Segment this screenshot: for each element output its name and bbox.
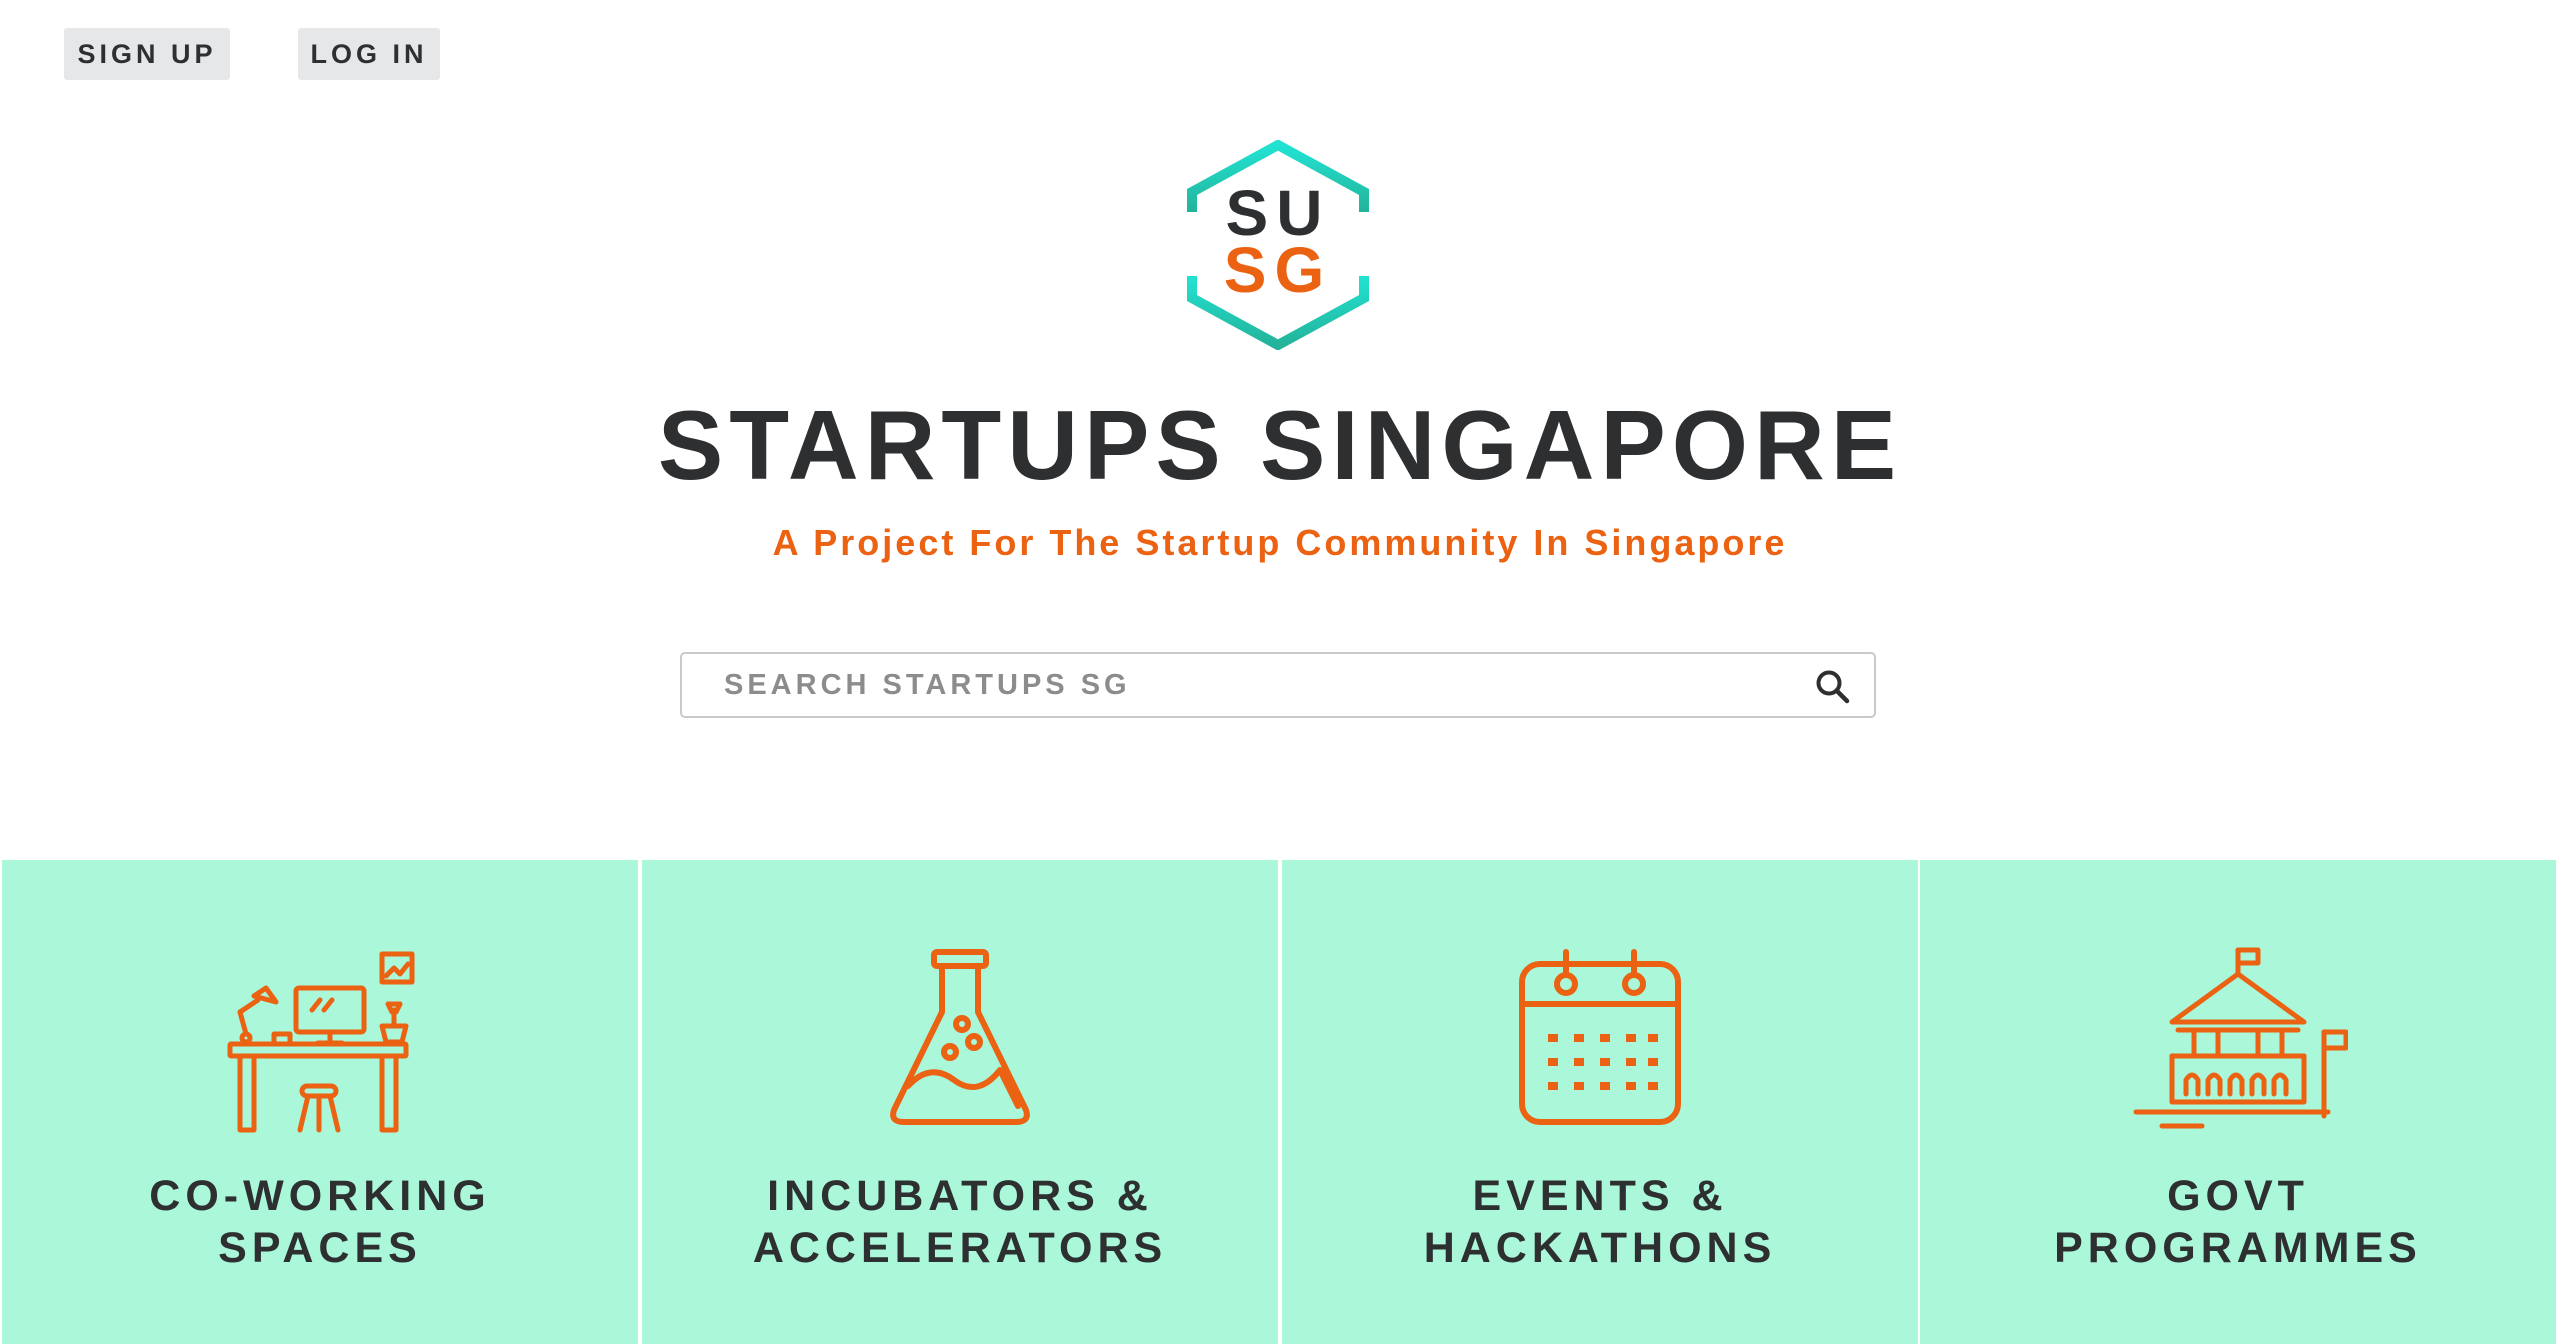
category-title: INCUBATORS & ACCELERATORS xyxy=(752,1172,1168,1272)
category-title: EVENTS & HACKATHONS xyxy=(1423,1172,1777,1272)
desk-workspace-icon xyxy=(227,951,415,1133)
site-tagline: A Project For The Startup Community In S… xyxy=(772,522,1788,563)
sign-up-button[interactable]: SIGN UP xyxy=(64,28,230,80)
site-title: STARTUPS SINGAPORE xyxy=(657,390,1903,500)
search-icon[interactable] xyxy=(1814,668,1850,704)
category-card-coworking[interactable]: CO-WORKING SPACES xyxy=(2,860,638,1344)
category-card-events[interactable]: EVENTS & HACKATHONS xyxy=(1282,860,1918,1344)
lab-flask-icon xyxy=(890,949,1030,1125)
category-card-govt[interactable]: GOVT PROGRAMMES xyxy=(1920,860,2556,1344)
logo-text-sg: SG xyxy=(1224,234,1332,306)
calendar-icon xyxy=(1519,949,1681,1125)
category-cards: CO-WORKING SPACES INCUBATORS & ACCELERAT… xyxy=(0,860,2560,1344)
log-in-button[interactable]: LOG IN xyxy=(298,28,440,80)
category-card-incubators[interactable]: INCUBATORS & ACCELERATORS xyxy=(642,860,1278,1344)
startups-sg-logo[interactable]: SU SG xyxy=(1186,140,1370,350)
search-bar xyxy=(680,652,1876,718)
search-input[interactable] xyxy=(724,654,1784,716)
category-title: GOVT PROGRAMMES xyxy=(2054,1172,2422,1272)
category-title: CO-WORKING SPACES xyxy=(149,1172,491,1272)
page: SIGN UP LOG IN SU SG STARTUPS SINGAPORE … xyxy=(0,0,2560,1344)
government-building-icon xyxy=(2133,947,2348,1129)
